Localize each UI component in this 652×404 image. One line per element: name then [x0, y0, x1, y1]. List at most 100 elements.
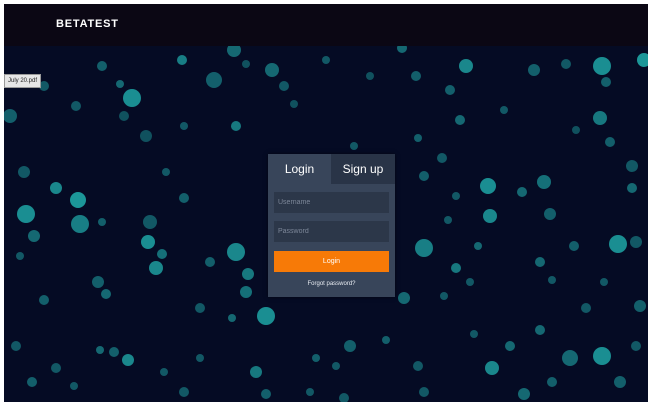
password-input[interactable] [274, 221, 389, 242]
background-bubble [242, 268, 254, 280]
background-bubble [528, 64, 540, 76]
background-bubble [157, 249, 167, 259]
background-bubble [459, 59, 473, 73]
brand-logo-text[interactable]: BETATEST [56, 18, 119, 30]
tab-signup[interactable]: Sign up [331, 154, 395, 184]
background-bubble [227, 243, 245, 261]
background-bubble [411, 71, 421, 81]
background-bubble [71, 215, 89, 233]
background-bubble [92, 276, 104, 288]
background-bubble [322, 56, 330, 64]
background-bubble [205, 257, 215, 267]
background-bubble [419, 387, 429, 397]
background-bubble [332, 362, 340, 370]
background-bubble [440, 292, 448, 300]
background-bubble [227, 46, 241, 57]
background-bubble [50, 182, 62, 194]
background-bubble [637, 53, 648, 67]
background-bubble [451, 263, 461, 273]
background-bubble [483, 209, 497, 223]
background-bubble [397, 46, 407, 53]
background-bubble [537, 175, 551, 189]
background-bubble [600, 278, 608, 286]
background-bubble [569, 241, 579, 251]
background-bubble [123, 89, 141, 107]
username-input[interactable] [274, 192, 389, 213]
background-bubble [143, 215, 157, 229]
login-button[interactable]: Login [274, 251, 389, 272]
background-bubble [466, 278, 474, 286]
background-bubble [228, 314, 236, 322]
background-bubble [415, 239, 433, 257]
background-bubble [116, 80, 124, 88]
auth-tabs: Login Sign up [268, 154, 395, 184]
background-bubble [398, 292, 410, 304]
background-bubble [101, 289, 111, 299]
background-bubble [39, 295, 49, 305]
background-bubble [631, 341, 641, 351]
background-bubble [470, 330, 478, 338]
background-bubble [140, 130, 152, 142]
background-bubble [141, 235, 155, 249]
background-bubble [279, 81, 289, 91]
background-bubble [257, 307, 275, 325]
background-bubble [196, 354, 204, 362]
background-bubble [312, 354, 320, 362]
background-bubble [627, 183, 637, 193]
background-bubble [444, 216, 452, 224]
background-bubble [206, 72, 222, 88]
background-bubble [18, 166, 30, 178]
background-bubble [4, 109, 17, 123]
background-bubble [16, 252, 24, 260]
background-bubble [593, 347, 611, 365]
background-bubble [593, 57, 611, 75]
background-bubble [505, 341, 515, 351]
tab-login[interactable]: Login [268, 154, 331, 184]
background-bubble [413, 361, 423, 371]
background-bubble [261, 389, 271, 399]
background-bubble [339, 393, 349, 402]
background-bubble [518, 388, 530, 400]
background-bubble [561, 59, 571, 69]
background-bubble [96, 346, 104, 354]
background-bubble [572, 126, 580, 134]
background-bubble [480, 178, 496, 194]
file-tag[interactable]: July 20.pdf [4, 74, 42, 88]
background-bubble [366, 72, 374, 80]
background-bubble [240, 286, 252, 298]
background-bubble [122, 354, 134, 366]
background-bubble [149, 261, 163, 275]
background-bubble [630, 236, 642, 248]
background-bubble [119, 111, 129, 121]
background-bubble [350, 142, 358, 150]
background-bubble [535, 325, 545, 335]
background-bubble [626, 160, 638, 172]
background-bubble [601, 77, 611, 87]
background-bubble [344, 340, 356, 352]
background-bubble [382, 336, 390, 344]
background-bubble [414, 134, 422, 142]
background-bubble [634, 300, 646, 312]
background-bubble [160, 368, 168, 376]
background-bubble [71, 101, 81, 111]
background-bubble [452, 192, 460, 200]
background-bubble [51, 363, 61, 373]
background-bubble [544, 208, 556, 220]
background-bubble [109, 347, 119, 357]
background-bubble [455, 115, 465, 125]
background-bubble [485, 361, 499, 375]
background-bubble [97, 61, 107, 71]
background-bubble [70, 382, 78, 390]
background-bubble [474, 242, 482, 250]
background-bubble [162, 168, 170, 176]
app-window: BETATEST July 20.pdf Login Sign up Login… [4, 4, 648, 402]
background-bubble [177, 55, 187, 65]
background-bubble [609, 235, 627, 253]
background-bubble [70, 192, 86, 208]
background-bubble [179, 387, 189, 397]
background-bubble [11, 341, 21, 351]
background-bubble [306, 388, 314, 396]
background-bubble [437, 153, 447, 163]
background-bubble [195, 303, 205, 313]
forgot-password-link[interactable]: Forgot password? [268, 281, 395, 287]
